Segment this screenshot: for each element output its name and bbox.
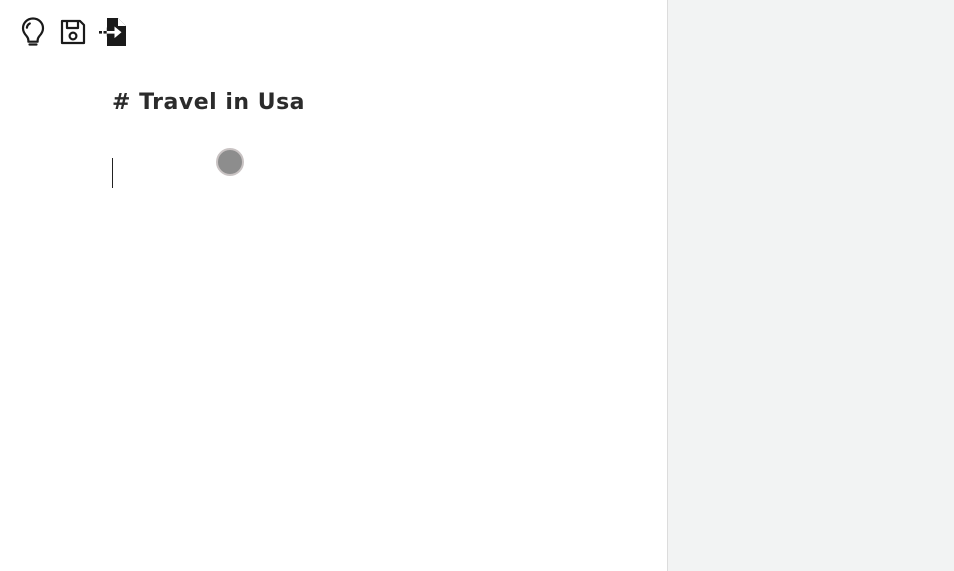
markdown-editor-app: # Travel in Usa (0, 0, 954, 571)
export-button[interactable] (98, 15, 128, 49)
toolbar (18, 15, 128, 49)
export-file-icon (97, 16, 129, 48)
editor-pane[interactable]: # Travel in Usa (0, 0, 667, 571)
lightbulb-icon (20, 16, 46, 48)
save-button[interactable] (58, 15, 88, 49)
preview-pane (667, 0, 954, 571)
ideas-button[interactable] (18, 15, 48, 49)
mouse-pointer-indicator (216, 148, 244, 176)
text-cursor (112, 158, 113, 188)
document-heading[interactable]: # Travel in Usa (112, 90, 305, 115)
save-icon (59, 18, 87, 46)
